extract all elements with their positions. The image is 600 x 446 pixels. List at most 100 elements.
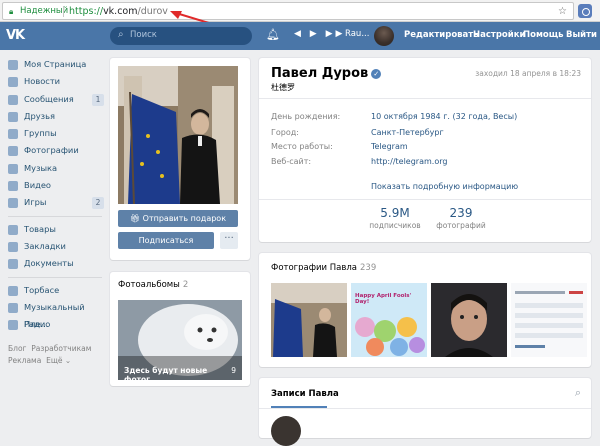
user-avatar[interactable] — [374, 26, 394, 46]
sidebar-item-label: Друзья — [24, 110, 55, 121]
sidebar-item-label: Радио — [24, 319, 51, 330]
groups-icon — [8, 129, 18, 140]
url-text[interactable]: https://vk.com/durov — [69, 5, 168, 18]
help-link[interactable]: Помощь — [523, 30, 564, 40]
show-full-info-link[interactable]: Показать подробную информацию — [371, 182, 518, 191]
more-actions-button[interactable]: ··· — [220, 232, 238, 249]
sidebar-item-goods[interactable]: Товары — [0, 221, 108, 238]
sidebar-item-app-torbase[interactable]: Торбасе — [0, 282, 108, 299]
search-input[interactable]: ⌕ Поиск — [110, 27, 252, 45]
posts-card: Записи Павла ⌕ — [259, 378, 591, 446]
gamepad-icon — [8, 198, 18, 209]
sidebar-item-label: Документы — [24, 258, 74, 269]
send-gift-label: Отправить подарок — [142, 214, 227, 223]
albums-title-text: Фотоальбомы — [118, 280, 180, 290]
sidebar-divider — [8, 215, 102, 217]
albums-title[interactable]: Фотоальбомы 2 — [118, 280, 188, 290]
music-note-icon — [8, 163, 18, 174]
vk-logo[interactable]: VK — [6, 28, 25, 43]
settings-link[interactable]: Настройки — [473, 30, 525, 40]
followers-label: подписчиков — [369, 221, 421, 230]
edit-link[interactable]: Редактировать — [404, 30, 479, 40]
url-path: /durov — [137, 6, 168, 17]
sidebar-item-news[interactable]: Новости — [0, 73, 108, 90]
sidebar-divider — [8, 276, 102, 278]
last-seen-status: заходил 18 апреля в 18:23 — [475, 69, 581, 78]
birthday-value[interactable]: 10 октября 1984 г. (32 года, Весы) — [371, 112, 517, 121]
logout-link[interactable]: Выйти — [566, 30, 597, 40]
sidebar-item-label: Сообщения — [24, 93, 74, 104]
post-author-avatar[interactable] — [271, 416, 301, 446]
footer-developers-link[interactable]: Разработчикам — [31, 344, 91, 353]
photos-section-count: 239 — [360, 263, 377, 273]
extension-icon[interactable] — [578, 4, 592, 18]
info-divider — [259, 98, 591, 99]
sidebar-item-app-radio[interactable]: Радио — [0, 316, 108, 333]
footer-blog-link[interactable]: Блог — [8, 344, 26, 353]
sidebar-item-label: Торбасе — [24, 284, 60, 295]
sidebar-item-friends[interactable]: Друзья — [0, 108, 108, 125]
sidebar-footer: Блог Разработчикам Реклама Ещё ⌄ — [0, 343, 108, 367]
sidebar-item-messages[interactable]: Сообщения 1 — [0, 91, 108, 108]
sidebar-item-groups[interactable]: Группы — [0, 125, 108, 142]
followers-count: 5.9M — [380, 206, 410, 220]
browser-toolbar: 🔒︎ Надежный https://vk.com/durov ☆ — [0, 0, 600, 22]
followers-stat[interactable]: 5.9M подписчиков — [367, 206, 423, 230]
notifications-bell-icon[interactable]: 🔔︎ — [266, 28, 280, 41]
search-placeholder: Поиск — [130, 30, 157, 40]
posts-tab[interactable]: Записи Павла — [271, 389, 339, 399]
workplace-value[interactable]: Telegram — [371, 142, 408, 151]
photos-stat[interactable]: 239 фотографий — [433, 206, 489, 230]
city-value[interactable]: Санкт-Петербург — [371, 128, 444, 137]
send-gift-button[interactable]: 🎁︎ Отправить подарок — [118, 210, 238, 227]
verified-check-icon: ✓ — [371, 68, 382, 79]
gift-icon: 🎁︎ — [129, 214, 143, 223]
photos-title-text: Фотографии Павла — [271, 263, 358, 273]
sidebar-item-bookmarks[interactable]: Закладки — [0, 238, 108, 255]
posts-search-icon[interactable]: ⌕ — [575, 386, 581, 400]
sidebar-item-label: Видео — [24, 180, 52, 191]
sidebar-item-app-music-player[interactable]: Музыкальный Пле... — [0, 299, 108, 329]
subscribe-button[interactable]: Подписаться — [118, 232, 214, 249]
vk-header: VK ⌕ Поиск 🔔︎ ◀ ▶ ▶▶ Rau... Редактироват… — [0, 22, 600, 50]
sidebar-item-video[interactable]: Видео — [0, 177, 108, 194]
footer-more-link[interactable]: Ещё ⌄ — [46, 356, 71, 365]
city-label: Город: — [271, 128, 299, 137]
audio-player-controls-icon[interactable]: ◀ ▶ ▶▶ — [294, 29, 345, 39]
footer-ads-link[interactable]: Реклама — [8, 356, 41, 365]
current-track[interactable]: Rau... — [345, 29, 369, 39]
profile-native-name: 杜德罗 — [271, 83, 295, 92]
page-title: Павел Дуров ✓ — [271, 66, 382, 81]
video-icon — [8, 181, 18, 192]
website-label: Веб-сайт: — [271, 157, 312, 166]
bookmark-star-icon[interactable]: ☆ — [558, 5, 567, 18]
app-grid-icon — [8, 302, 18, 313]
website-value[interactable]: http://telegram.org — [371, 157, 447, 166]
photo-thumb-4[interactable] — [511, 283, 587, 357]
sidebar-item-label: Товары — [24, 223, 56, 234]
photos-section-title[interactable]: Фотографии Павла 239 — [271, 263, 376, 273]
games-count-badge: 2 — [92, 197, 104, 210]
sidebar-item-games[interactable]: Игры 2 — [0, 194, 108, 211]
address-bar[interactable]: 🔒︎ Надежный https://vk.com/durov ☆ — [2, 2, 574, 20]
sidebar-item-photos[interactable]: Фотографии — [0, 142, 108, 159]
photo-thumb-2-caption: Happy April Fools' Day! — [355, 293, 412, 305]
album-cover[interactable]: Здесь будут новые фотог... 9 — [118, 300, 242, 380]
profile-info-card: Павел Дуров ✓ 杜德罗 заходил 18 апреля в 18:… — [259, 58, 591, 242]
photo-thumb-3[interactable] — [431, 283, 507, 357]
home-icon — [8, 60, 18, 70]
sidebar-item-documents[interactable]: Документы — [0, 255, 108, 272]
sidebar-item-my-page[interactable]: Моя Страница — [0, 56, 108, 73]
photos-card: Фотографии Павла 239 Happy April Fools' D… — [259, 253, 591, 367]
sidebar-item-label: Моя Страница — [24, 59, 87, 69]
left-sidebar: Моя Страница Новости Сообщения 1 Друзья Г… — [0, 56, 108, 367]
sidebar-item-music[interactable]: Музыка — [0, 160, 108, 177]
news-icon — [8, 77, 18, 88]
photo-thumb-2[interactable]: Happy April Fools' Day! — [351, 283, 427, 357]
birthday-label: День рождения: — [271, 112, 341, 121]
sidebar-item-label: Игры — [24, 197, 47, 208]
profile-photo[interactable] — [118, 66, 238, 204]
sidebar-item-label: Закладки — [24, 240, 66, 251]
photo-thumb-1[interactable] — [271, 283, 347, 357]
photo-thumb-3-image — [431, 283, 507, 357]
